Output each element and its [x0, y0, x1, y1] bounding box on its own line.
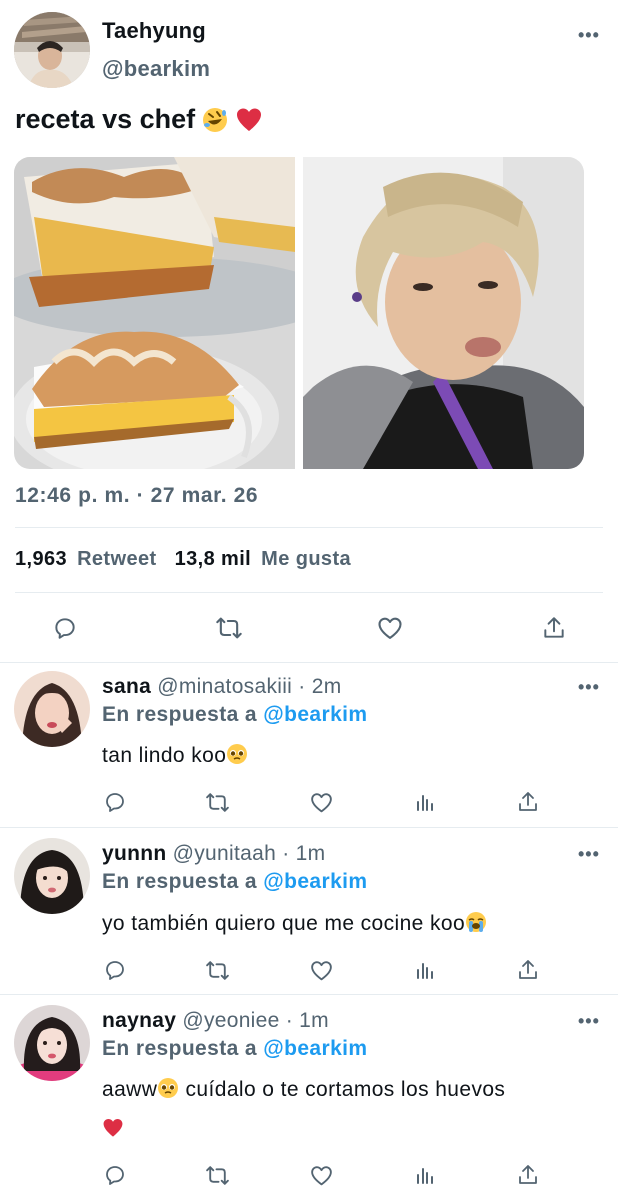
- reply-avatar[interactable]: [14, 838, 90, 914]
- author-avatar[interactable]: [14, 12, 90, 88]
- reply-text-part1: aaww: [102, 1078, 158, 1101]
- more-icon[interactable]: •••: [578, 1011, 600, 1032]
- author-handle[interactable]: @bearkim: [102, 56, 210, 82]
- reply-icon[interactable]: [100, 1160, 130, 1190]
- retweet-icon[interactable]: [202, 1160, 232, 1190]
- reply-mention[interactable]: @bearkim: [263, 870, 367, 893]
- like-icon[interactable]: [306, 955, 336, 985]
- reply-context: En respuesta a @bearkim: [102, 870, 367, 894]
- reply-icon[interactable]: [100, 787, 130, 817]
- reply-author-name[interactable]: sana: [102, 675, 151, 698]
- reply-time: · 1m: [282, 842, 326, 865]
- analytics-icon[interactable]: [410, 1160, 440, 1190]
- likes-label[interactable]: Me gusta: [261, 548, 351, 571]
- likes-count[interactable]: 13,8 mil: [175, 548, 252, 571]
- main-tweet: Taehyung @bearkim ••• receta vs chef 12:…: [0, 0, 618, 662]
- reply-prefix: En respuesta a: [102, 870, 257, 893]
- reply-header: naynay @yeoniee · 1m: [102, 1009, 329, 1033]
- more-icon[interactable]: •••: [578, 844, 600, 865]
- analytics-icon[interactable]: [410, 955, 440, 985]
- reply-text: tan lindo koo: [102, 736, 592, 776]
- tweet-stats: 1,963 Retweet 13,8 mil Me gusta: [15, 548, 359, 571]
- tweet-timestamp[interactable]: 12:46 p. m. · 27 mar. 26: [15, 484, 258, 508]
- reply-prefix: En respuesta a: [102, 703, 257, 726]
- reply-action-bar: [0, 787, 618, 817]
- retweet-icon[interactable]: [202, 787, 232, 817]
- reply-action-bar: [0, 1160, 618, 1190]
- reply-tweet[interactable]: sana @minatosakiii · 2m ••• En respuesta…: [0, 663, 618, 827]
- retweet-icon[interactable]: [214, 613, 244, 643]
- reply-text: yo también quiero que me cocine koo: [102, 904, 592, 944]
- analytics-icon[interactable]: [410, 787, 440, 817]
- share-icon[interactable]: [539, 613, 569, 643]
- retweets-count[interactable]: 1,963: [15, 548, 67, 571]
- reply-author-handle[interactable]: @yunitaah: [173, 842, 276, 865]
- reply-prefix: En respuesta a: [102, 1037, 257, 1060]
- pleading-face-emoji: [226, 743, 248, 765]
- retweet-icon[interactable]: [202, 955, 232, 985]
- reply-context: En respuesta a @bearkim: [102, 703, 367, 727]
- like-icon[interactable]: [306, 787, 336, 817]
- red-heart-emoji: [102, 1117, 124, 1139]
- like-icon[interactable]: [306, 1160, 336, 1190]
- share-icon[interactable]: [513, 787, 543, 817]
- reply-avatar[interactable]: [14, 671, 90, 747]
- pie-image[interactable]: [14, 157, 295, 469]
- loudly-crying-emoji: [465, 911, 487, 933]
- reply-header: sana @minatosakiii · 2m: [102, 675, 342, 699]
- pleading-face-emoji: [157, 1077, 179, 1099]
- reply-mention[interactable]: @bearkim: [263, 1037, 367, 1060]
- reply-time: · 2m: [298, 675, 342, 698]
- reply-author-handle[interactable]: @yeoniee: [182, 1009, 279, 1032]
- share-icon[interactable]: [513, 955, 543, 985]
- rolling-laughing-emoji: [201, 106, 229, 134]
- reply-context: En respuesta a @bearkim: [102, 1037, 367, 1061]
- reply-text-content: tan lindo koo: [102, 744, 227, 767]
- reply-text-content: yo también quiero que me cocine koo: [102, 912, 466, 935]
- tweet-text: receta vs chef: [15, 104, 196, 134]
- retweets-label[interactable]: Retweet: [77, 548, 157, 571]
- tweet-text-row: receta vs chef: [15, 104, 263, 135]
- reply-icon[interactable]: [50, 613, 80, 643]
- reply-icon[interactable]: [100, 955, 130, 985]
- reply-avatar[interactable]: [14, 1005, 90, 1081]
- red-heart-emoji: [235, 106, 263, 134]
- reply-mention[interactable]: @bearkim: [263, 703, 367, 726]
- person-image[interactable]: [303, 157, 584, 469]
- reply-tweet[interactable]: naynay @yeoniee · 1m ••• En respuesta a …: [0, 995, 618, 1200]
- reply-text: aaww cuídalo o te cortamos los huevos: [102, 1070, 592, 1150]
- reply-author-name[interactable]: naynay: [102, 1009, 176, 1032]
- more-icon[interactable]: •••: [578, 25, 600, 46]
- divider: [15, 527, 603, 528]
- like-icon[interactable]: [375, 613, 405, 643]
- divider: [15, 592, 603, 593]
- tweet-action-bar: [0, 613, 618, 643]
- author-name[interactable]: Taehyung: [102, 18, 206, 44]
- reply-header: yunnn @yunitaah · 1m: [102, 842, 325, 866]
- reply-action-bar: [0, 955, 618, 985]
- reply-text-part2: cuídalo o te cortamos los huevos: [179, 1078, 506, 1101]
- reply-author-name[interactable]: yunnn: [102, 842, 167, 865]
- reply-author-handle[interactable]: @minatosakiii: [157, 675, 292, 698]
- reply-tweet[interactable]: yunnn @yunitaah · 1m ••• En respuesta a …: [0, 828, 618, 994]
- more-icon[interactable]: •••: [578, 677, 600, 698]
- media-grid: [14, 157, 584, 469]
- reply-time: · 1m: [285, 1009, 329, 1032]
- share-icon[interactable]: [513, 1160, 543, 1190]
